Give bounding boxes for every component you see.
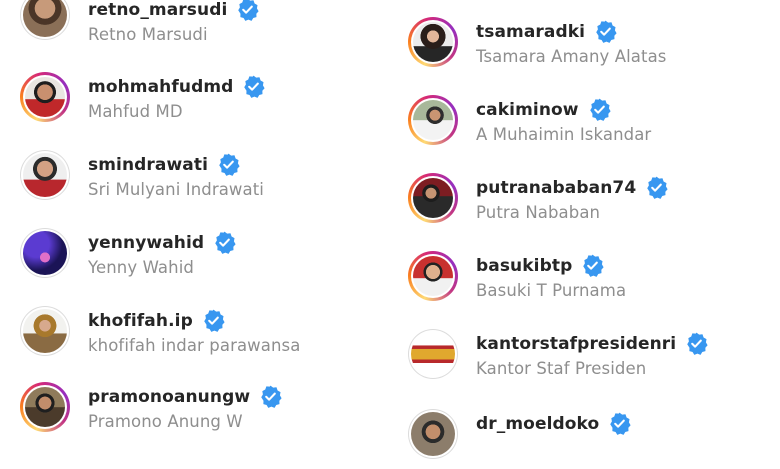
verified-badge-icon xyxy=(219,153,240,176)
username[interactable]: putranababan74 xyxy=(476,178,636,198)
profile-photo xyxy=(413,256,453,296)
username[interactable]: cakiminow xyxy=(476,100,579,120)
profile-photo xyxy=(25,77,65,117)
profile-photo xyxy=(23,309,67,353)
username[interactable]: dr_moeldoko xyxy=(476,414,599,434)
verified-badge-icon xyxy=(244,75,266,98)
username[interactable]: basukibtp xyxy=(476,256,572,276)
verified-badge-icon xyxy=(687,332,708,355)
profile-photo xyxy=(413,100,453,140)
username[interactable]: tsamaradki xyxy=(476,22,585,42)
account-row[interactable]: yennywahid Yenny Wahid xyxy=(20,228,380,288)
verified-badge-icon xyxy=(589,98,611,121)
full-name: Retno Marsudi xyxy=(88,25,208,44)
verified-badge-icon xyxy=(261,385,282,408)
avatar[interactable] xyxy=(408,409,458,459)
account-row[interactable]: cakiminow A Muhaimin Iskandar xyxy=(408,95,768,155)
account-row[interactable]: khofifah.ip khofifah indar parawansa xyxy=(20,306,380,366)
avatar[interactable] xyxy=(408,251,458,301)
account-row[interactable]: basukibtp Basuki T Purnama xyxy=(408,251,768,311)
full-name: Pramono Anung W xyxy=(88,412,243,431)
profile-photo xyxy=(23,231,67,275)
username[interactable]: yennywahid xyxy=(88,233,204,253)
verified-badge-icon xyxy=(610,412,631,435)
username[interactable]: pramonoanungw xyxy=(88,387,250,407)
full-name: Basuki T Purnama xyxy=(476,281,627,300)
profile-photo xyxy=(413,22,453,62)
avatar[interactable] xyxy=(20,150,70,200)
avatar[interactable] xyxy=(20,228,70,278)
account-row[interactable]: pramonoanungw Pramono Anung W xyxy=(20,382,380,442)
account-row[interactable]: smindrawati Sri Mulyani Indrawati xyxy=(20,150,380,210)
full-name: Mahfud MD xyxy=(88,102,183,121)
avatar[interactable] xyxy=(408,95,458,145)
full-name: Kantor Staf Presiden xyxy=(476,359,647,378)
verified-badge-icon xyxy=(596,20,617,43)
full-name: Yenny Wahid xyxy=(88,258,194,277)
profile-photo xyxy=(23,153,67,197)
avatar[interactable] xyxy=(408,17,458,67)
full-name: Tsamara Amany Alatas xyxy=(476,47,667,66)
verified-badge-icon xyxy=(583,254,604,277)
profile-photo xyxy=(413,178,453,218)
verified-badge-icon xyxy=(215,231,236,254)
full-name: A Muhaimin Iskandar xyxy=(476,125,652,144)
full-name: Sri Mulyani Indrawati xyxy=(88,180,264,199)
full-name: Putra Nababan xyxy=(476,203,601,222)
account-row[interactable]: kantorstafpresidenri Kantor Staf Preside… xyxy=(408,329,768,389)
username[interactable]: khofifah.ip xyxy=(88,311,193,331)
username[interactable]: kantorstafpresidenri xyxy=(476,334,676,354)
account-row[interactable]: dr_moeldoko xyxy=(408,409,768,469)
account-row[interactable]: putranababan74 Putra Nababan xyxy=(408,173,768,233)
profile-photo xyxy=(411,332,455,376)
avatar[interactable] xyxy=(20,382,70,432)
profile-photo xyxy=(25,387,65,427)
verified-badge-icon xyxy=(204,309,225,332)
account-row[interactable]: mohmahfudmd Mahfud MD xyxy=(20,72,380,132)
profile-photo xyxy=(411,412,455,456)
avatar[interactable] xyxy=(408,329,458,379)
username[interactable]: mohmahfudmd xyxy=(88,77,233,97)
account-row[interactable]: retno_marsudi Retno Marsudi xyxy=(20,0,380,50)
username[interactable]: smindrawati xyxy=(88,155,208,175)
avatar[interactable] xyxy=(20,306,70,356)
avatar[interactable] xyxy=(20,72,70,122)
verified-badge-icon xyxy=(238,0,260,21)
username[interactable]: retno_marsudi xyxy=(88,0,227,20)
avatar[interactable] xyxy=(408,173,458,223)
full-name: khofifah indar parawansa xyxy=(88,336,301,355)
account-row[interactable]: tsamaradki Tsamara Amany Alatas xyxy=(408,17,768,77)
profile-photo xyxy=(23,0,67,37)
verified-badge-icon xyxy=(647,176,668,199)
avatar[interactable] xyxy=(20,0,70,40)
